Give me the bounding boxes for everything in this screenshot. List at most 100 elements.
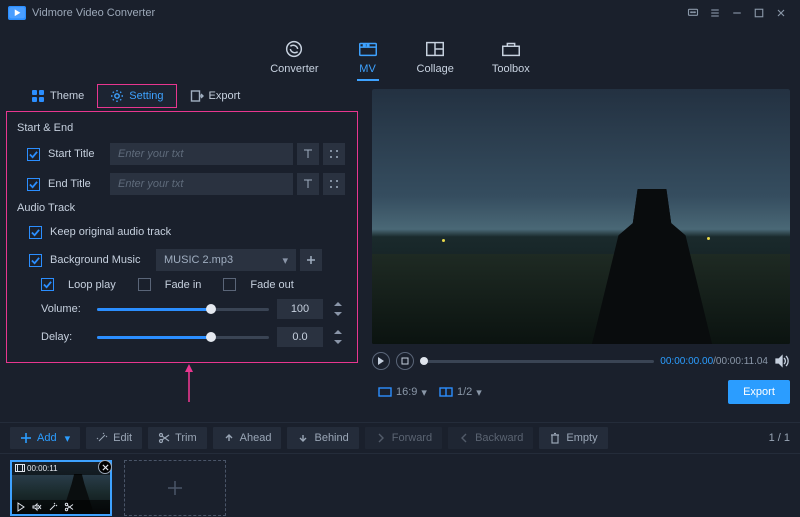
split-value: 1/2 <box>457 386 472 398</box>
chevron-down-icon: ▾ <box>65 432 71 445</box>
text-style-icon[interactable] <box>297 173 319 195</box>
end-title-checkbox[interactable] <box>27 178 40 191</box>
end-title-input[interactable] <box>110 173 293 195</box>
theme-icon <box>31 89 45 103</box>
keep-original-checkbox[interactable] <box>29 226 42 239</box>
grid-icon[interactable] <box>323 173 345 195</box>
nav-collage[interactable]: Collage <box>417 39 454 81</box>
video-preview[interactable] <box>372 89 790 344</box>
volume-stepper[interactable] <box>331 299 345 319</box>
split-dropdown[interactable]: 1/2 ▾ <box>433 385 488 399</box>
export-button[interactable]: Export <box>728 380 790 404</box>
menu-icon[interactable] <box>704 2 726 24</box>
backward-button[interactable]: Backward <box>448 427 533 449</box>
clip-toolbar: Add ▾ Edit Trim Ahead Behind Forward Back… <box>0 422 800 454</box>
add-clip-slot[interactable] <box>124 460 226 516</box>
backward-icon <box>458 432 470 444</box>
btn-label: Forward <box>392 432 432 444</box>
preview-options: 16:9 ▾ 1/2 ▾ Export <box>372 378 790 406</box>
btn-label: Trim <box>175 432 197 444</box>
bg-music-dropdown[interactable]: MUSIC 2.mp3 ▾ <box>156 249 296 271</box>
main-nav: Converter MV Collage Toolbox <box>0 25 800 81</box>
nav-label: Collage <box>417 63 454 75</box>
volume-icon[interactable] <box>774 353 790 369</box>
toolbox-icon <box>500 39 522 59</box>
btn-label: Empty <box>566 432 597 444</box>
stop-button[interactable] <box>396 352 414 370</box>
aspect-dropdown[interactable]: 16:9 ▾ <box>372 385 433 399</box>
btn-label: Add <box>37 432 57 444</box>
settings-panel: Theme Setting Export Start & End Start T… <box>0 81 368 422</box>
end-title-label: End Title <box>48 178 110 190</box>
filmstrip-icon <box>15 463 25 475</box>
gear-icon <box>110 89 124 103</box>
loop-play-checkbox[interactable] <box>41 278 54 291</box>
delay-stepper[interactable] <box>331 327 345 347</box>
playback-controls: 00:00:00.00/00:00:11.04 <box>372 350 790 372</box>
bg-music-checkbox[interactable] <box>29 254 42 267</box>
feedback-icon[interactable] <box>682 2 704 24</box>
volume-slider[interactable] <box>97 308 269 311</box>
play-button[interactable] <box>372 352 390 370</box>
ahead-button[interactable]: Ahead <box>213 427 282 449</box>
start-title-input[interactable] <box>110 143 293 165</box>
section-audio: Audio Track <box>17 202 345 214</box>
keep-original-label: Keep original audio track <box>50 226 171 238</box>
remove-clip-button[interactable] <box>98 460 112 474</box>
edit-button[interactable]: Edit <box>86 427 142 449</box>
btn-label: Backward <box>475 432 523 444</box>
progress-bar[interactable] <box>420 360 654 363</box>
nav-label: Converter <box>270 63 318 75</box>
minimize-button[interactable] <box>726 2 748 24</box>
clip-duration: 00:00:11 <box>27 464 58 473</box>
add-music-button[interactable] <box>300 249 322 271</box>
mv-icon <box>357 39 379 59</box>
ahead-icon <box>223 432 235 444</box>
caret-down-icon[interactable] <box>331 309 345 319</box>
text-style-icon[interactable] <box>297 143 319 165</box>
behind-button[interactable]: Behind <box>287 427 358 449</box>
export-icon <box>190 89 204 103</box>
nav-mv[interactable]: MV <box>357 39 379 81</box>
trim-clip-icon[interactable] <box>64 502 74 512</box>
fade-out-checkbox[interactable] <box>223 278 236 291</box>
nav-toolbox[interactable]: Toolbox <box>492 39 530 81</box>
delay-slider[interactable] <box>97 336 269 339</box>
time-current: 00:00:00.00 <box>660 356 713 367</box>
nav-converter[interactable]: Converter <box>270 39 318 81</box>
collage-icon <box>424 39 446 59</box>
fade-in-checkbox[interactable] <box>138 278 151 291</box>
panel-tabs: Theme Setting Export <box>0 81 364 111</box>
close-button[interactable] <box>770 2 792 24</box>
app-title: Vidmore Video Converter <box>32 7 155 19</box>
volume-value[interactable]: 100 <box>277 299 323 319</box>
tab-setting[interactable]: Setting <box>97 84 176 108</box>
mute-clip-icon[interactable] <box>32 502 42 512</box>
play-clip-icon[interactable] <box>16 502 26 512</box>
tab-label: Setting <box>129 90 163 102</box>
empty-button[interactable]: Empty <box>539 427 607 449</box>
tab-export[interactable]: Export <box>177 84 254 108</box>
delay-value[interactable]: 0.0 <box>277 327 323 347</box>
nav-label: Toolbox <box>492 63 530 75</box>
forward-button[interactable]: Forward <box>365 427 442 449</box>
start-title-checkbox[interactable] <box>27 148 40 161</box>
caret-up-icon[interactable] <box>331 327 345 337</box>
behind-icon <box>297 432 309 444</box>
aspect-icon <box>378 385 392 399</box>
grid-icon[interactable] <box>323 143 345 165</box>
caret-up-icon[interactable] <box>331 299 345 309</box>
clip-thumb[interactable]: 00:00:11 <box>10 460 112 516</box>
start-title-label: Start Title <box>48 148 110 160</box>
maximize-button[interactable] <box>748 2 770 24</box>
tab-theme[interactable]: Theme <box>18 84 97 108</box>
trim-button[interactable]: Trim <box>148 427 207 449</box>
add-button[interactable]: Add ▾ <box>10 427 80 449</box>
tab-label: Export <box>209 90 241 102</box>
bg-music-value: MUSIC 2.mp3 <box>164 254 233 266</box>
trash-icon <box>549 432 561 444</box>
settings-box: Start & End Start Title End Title Audio … <box>6 111 358 363</box>
caret-down-icon[interactable] <box>331 337 345 347</box>
edit-clip-icon[interactable] <box>48 502 58 512</box>
time-display: 00:00:00.00/00:00:11.04 <box>660 356 768 367</box>
